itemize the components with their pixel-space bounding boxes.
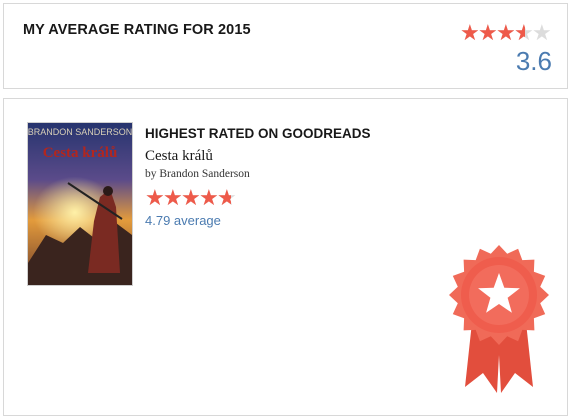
cover-author-text: BRANDON SANDERSON bbox=[28, 127, 132, 137]
star-icon: ★ ★ bbox=[145, 185, 165, 210]
star-icon: ★ ★ bbox=[217, 185, 237, 210]
book-title-link[interactable]: Cesta králů bbox=[145, 148, 213, 165]
star-icon: ★ ★ bbox=[496, 20, 516, 45]
star-icon: ★ bbox=[532, 20, 552, 45]
book-cover[interactable]: BRANDON SANDERSON Cesta králů bbox=[28, 123, 132, 285]
book-average-link[interactable]: 4.79 average bbox=[145, 213, 221, 228]
average-rating-stars: ★ ★ ★ ★ ★ ★ ★ ★ ★ bbox=[460, 20, 552, 45]
cover-title-text: Cesta králů bbox=[43, 145, 118, 161]
star-icon: ★ ★ bbox=[181, 185, 201, 210]
star-icon: ★ ★ bbox=[199, 185, 219, 210]
book-rating-stars: ★ ★ ★ ★ ★ ★ ★ ★ ★ ★ bbox=[145, 185, 237, 210]
average-rating-card: MY AVERAGE RATING FOR 2015 ★ ★ ★ ★ ★ ★ ★ ★ ★ 3.6 bbox=[3, 3, 568, 89]
star-icon: ★ ★ bbox=[163, 185, 183, 210]
book-cover-image: BRANDON SANDERSON Cesta králů bbox=[28, 123, 132, 285]
star-icon: ★ ★ bbox=[478, 20, 498, 45]
star-icon: ★ ★ bbox=[514, 20, 534, 45]
average-rating-value: 3.6 bbox=[515, 46, 552, 76]
star-icon: ★ ★ bbox=[460, 20, 480, 45]
highest-rated-card: BRANDON SANDERSON Cesta králů HIGHEST RA… bbox=[3, 98, 568, 416]
highest-rated-label: HIGHEST RATED ON GOODREADS bbox=[145, 126, 371, 141]
book-author-line[interactable]: by Brandon Sanderson bbox=[145, 168, 250, 180]
award-ribbon-star-icon bbox=[449, 245, 549, 393]
average-rating-title: MY AVERAGE RATING FOR 2015 bbox=[23, 22, 251, 38]
